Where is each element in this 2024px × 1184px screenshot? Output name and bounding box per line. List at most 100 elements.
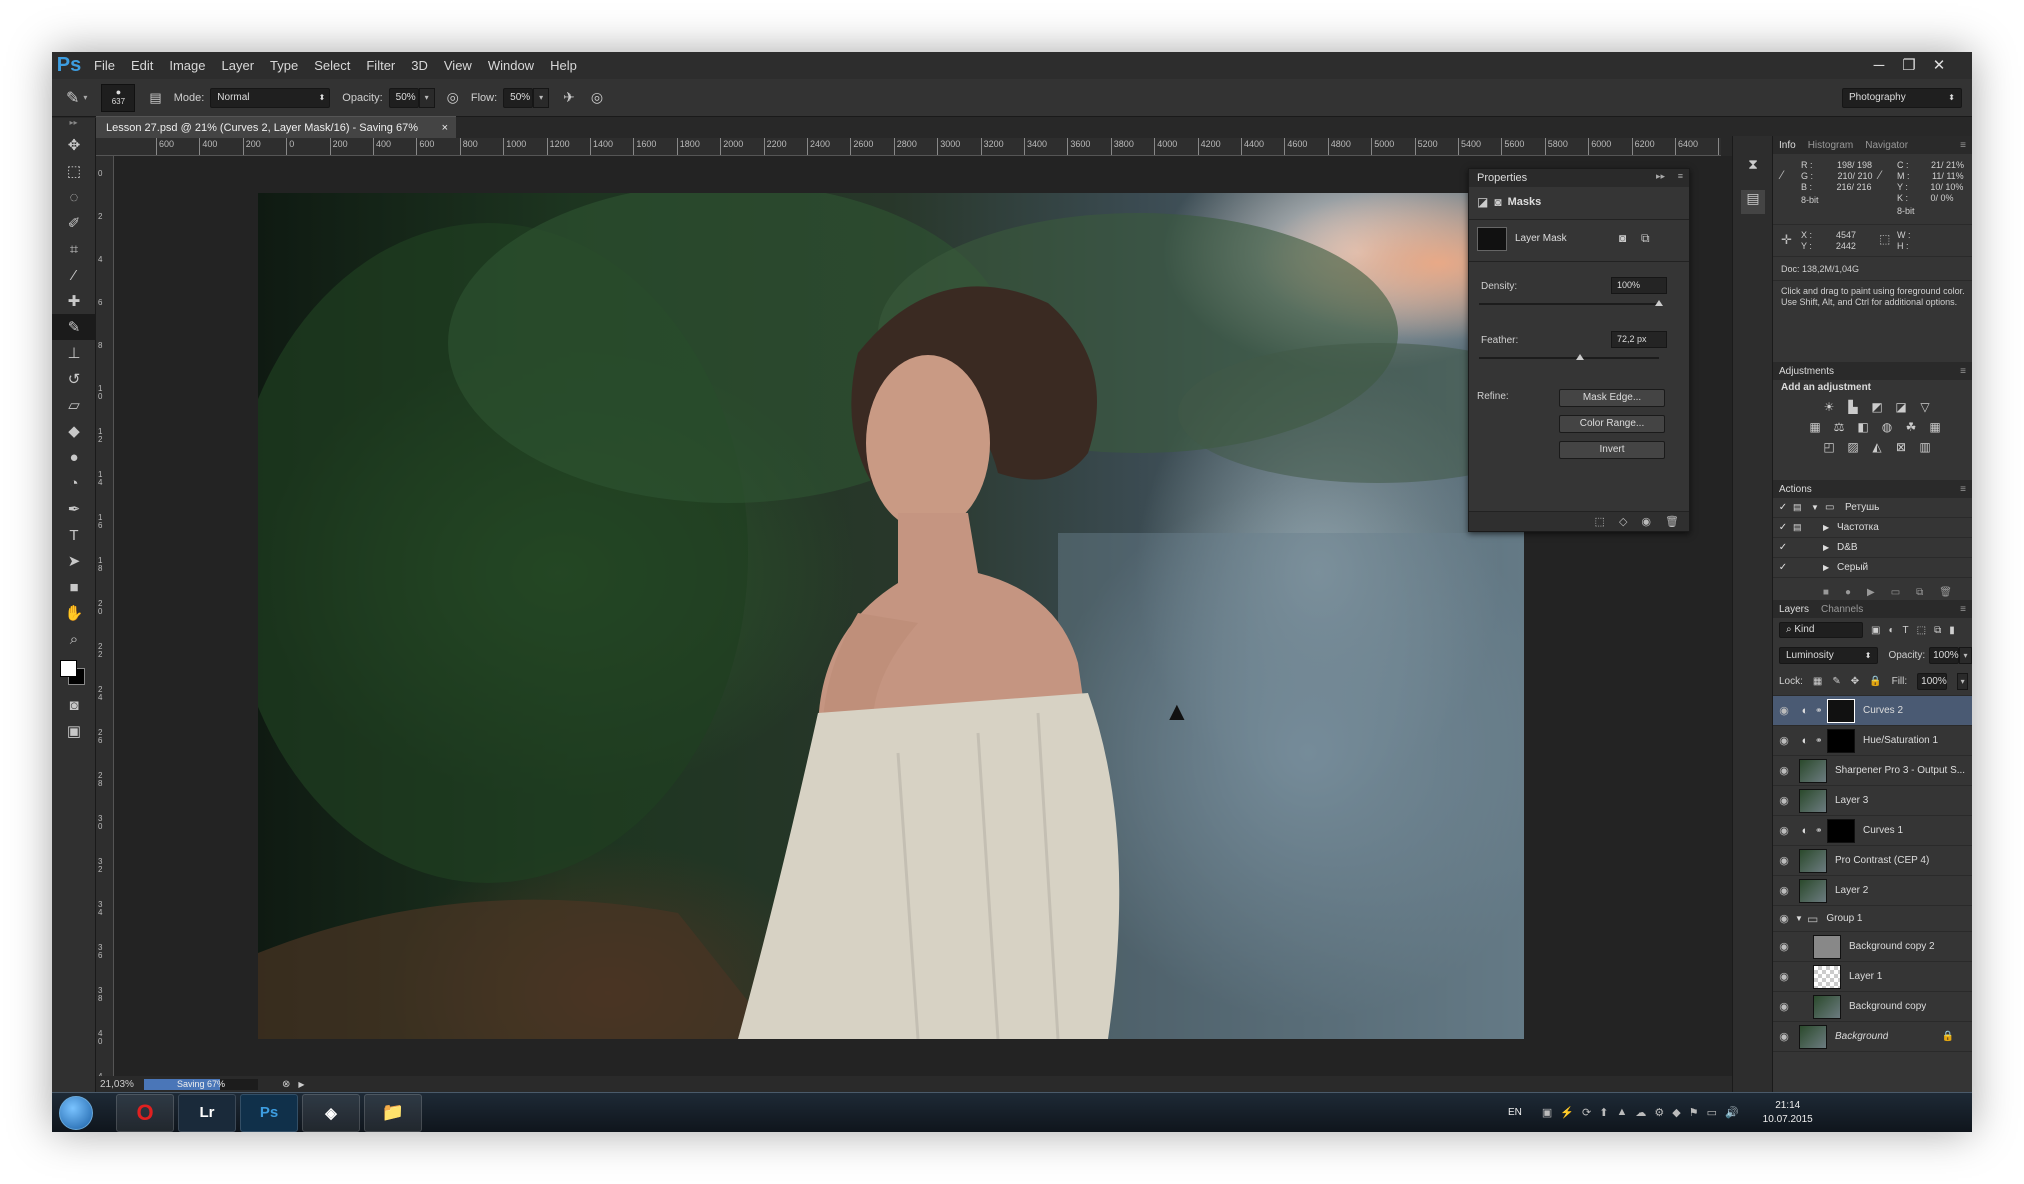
marquee-tool-icon[interactable]: ⬚ xyxy=(52,158,96,184)
chevron-right-icon[interactable]: ▶ xyxy=(1823,563,1837,572)
brush-panel-icon[interactable]: ▤ xyxy=(149,90,161,106)
vector-mask-icon[interactable]: ⧉ xyxy=(1641,231,1650,246)
properties-panel-icon[interactable]: ▤ xyxy=(1741,190,1765,214)
filter-pixel-icon[interactable]: ▣ xyxy=(1871,625,1880,636)
taskbar-aperture[interactable]: ◈ xyxy=(302,1093,360,1132)
chevron-right-icon[interactable]: ▶ xyxy=(1823,543,1837,552)
chevron-down-icon[interactable]: ▼ xyxy=(1795,914,1807,923)
new-set-icon[interactable]: ▭ xyxy=(1891,587,1900,598)
play-icon[interactable]: ▶ xyxy=(1867,587,1875,598)
tray-update-icon[interactable]: ⬆ xyxy=(1599,1106,1608,1119)
start-button[interactable] xyxy=(52,1093,100,1133)
menu-view[interactable]: View xyxy=(436,58,480,73)
filter-smart-icon[interactable]: ⧉ xyxy=(1934,625,1941,636)
cancel-save-icon[interactable]: ⊗ xyxy=(282,1079,290,1090)
clock[interactable]: 21:14 10.07.2015 xyxy=(1763,1099,1813,1127)
visibility-eye-icon[interactable]: ◉ xyxy=(1773,854,1795,867)
delete-mask-icon[interactable]: 🗑 xyxy=(1665,515,1679,528)
layer-row[interactable]: ◉ Layer 3 xyxy=(1773,786,1972,816)
hue-saturation-icon[interactable]: ▦ xyxy=(1806,419,1824,435)
tab-histogram[interactable]: Histogram xyxy=(1802,140,1860,151)
toggle-mask-icon[interactable]: ◉ xyxy=(1641,515,1651,528)
tray-app-icon[interactable]: ▣ xyxy=(1542,1106,1552,1119)
action-row[interactable]: ✓ ▶ D&B xyxy=(1773,538,1972,558)
posterize-icon[interactable]: ▨ xyxy=(1844,439,1862,455)
type-tool-icon[interactable]: T xyxy=(52,522,96,548)
panel-menu-icon[interactable]: ≡ xyxy=(1954,604,1972,615)
layer-opacity-input[interactable]: 100% xyxy=(1929,646,1960,664)
taskbar-photoshop[interactable]: Ps xyxy=(240,1093,298,1132)
black-white-icon[interactable]: ◧ xyxy=(1854,419,1872,435)
close-button[interactable]: ✕ xyxy=(1924,52,1954,79)
check-icon[interactable]: ✓ xyxy=(1773,562,1793,573)
layer-row[interactable]: ◉ ◐ ⚭ Hue/Saturation 1 xyxy=(1773,726,1972,756)
layer-row[interactable]: ◉ Layer 2 xyxy=(1773,876,1972,906)
visibility-eye-icon[interactable]: ◉ xyxy=(1773,912,1795,925)
layer-mask-thumbnail[interactable] xyxy=(1827,818,1855,843)
restore-button[interactable]: ❐ xyxy=(1894,52,1924,79)
layer-row[interactable]: ◉ Layer 1 xyxy=(1773,962,1972,992)
color-lookup-icon[interactable]: ▦ xyxy=(1926,419,1944,435)
density-slider-handle[interactable] xyxy=(1655,300,1663,306)
panel-collapse-icon[interactable]: ▸▸ xyxy=(52,118,95,132)
visibility-eye-icon[interactable]: ◉ xyxy=(1773,764,1795,777)
levels-icon[interactable]: ▙ xyxy=(1844,399,1862,415)
menu-image[interactable]: Image xyxy=(161,58,213,73)
chain-link-icon[interactable]: ⚭ xyxy=(1815,735,1825,746)
opacity-input[interactable]: 50% xyxy=(388,87,419,108)
tab-actions[interactable]: Actions xyxy=(1773,484,1818,495)
taskbar-explorer[interactable]: 📁 xyxy=(364,1093,422,1132)
panel-collapse-icon[interactable]: ▸▸ xyxy=(1656,171,1665,182)
taskbar-opera[interactable]: O xyxy=(116,1093,174,1132)
lock-all-icon[interactable]: 🔒 xyxy=(1869,676,1881,687)
layer-mask-thumbnail[interactable] xyxy=(1827,728,1855,753)
menu-file[interactable]: File xyxy=(86,58,123,73)
tab-adjustments[interactable]: Adjustments xyxy=(1773,366,1840,377)
blend-mode-select[interactable]: Luminosity ⬍ xyxy=(1779,646,1879,664)
document-image[interactable] xyxy=(258,193,1524,1039)
invert-button[interactable]: Invert xyxy=(1559,441,1665,459)
apply-mask-icon[interactable]: ◇ xyxy=(1619,515,1627,528)
mode-select[interactable]: Normal ⬍ xyxy=(210,87,331,108)
brightness-icon[interactable]: ☀ xyxy=(1820,399,1838,415)
panel-menu-icon[interactable]: ≡ xyxy=(1954,366,1972,377)
gradient-map-icon[interactable]: ⊠ xyxy=(1892,439,1910,455)
chevron-right-icon[interactable]: ▶ xyxy=(1823,523,1837,532)
menu-layer[interactable]: Layer xyxy=(214,58,263,73)
tray-drive-icon[interactable]: ▲ xyxy=(1616,1106,1627,1119)
density-slider[interactable] xyxy=(1479,300,1663,306)
threshold-icon[interactable]: ◭ xyxy=(1868,439,1886,455)
action-row[interactable]: ✓ ▶ Серый xyxy=(1773,558,1972,578)
color-swatches[interactable] xyxy=(52,652,95,692)
tray-display-icon[interactable]: ▭ xyxy=(1707,1106,1717,1119)
stop-icon[interactable]: ■ xyxy=(1823,587,1829,598)
mask-mode-icon[interactable]: ◙ xyxy=(1494,195,1501,209)
exposure-icon[interactable]: ◪ xyxy=(1892,399,1910,415)
density-input[interactable]: 100% xyxy=(1611,277,1667,294)
color-range-button[interactable]: Color Range... xyxy=(1559,415,1665,433)
workspace-select[interactable]: Photography ⬍ xyxy=(1842,88,1962,108)
pressure-size-icon[interactable]: ◎ xyxy=(591,89,603,106)
airbrush-icon[interactable]: ✈ xyxy=(563,89,575,106)
tray-shield-icon[interactable]: ◆ xyxy=(1672,1106,1680,1119)
language-indicator[interactable]: EN xyxy=(1508,1107,1522,1118)
pixel-mask-icon[interactable]: ◙ xyxy=(1619,231,1626,245)
layer-thumbnail[interactable] xyxy=(1799,1024,1827,1049)
taskbar-lightroom[interactable]: Lr xyxy=(178,1093,236,1132)
menu-select[interactable]: Select xyxy=(306,58,358,73)
layer-row[interactable]: ◉ ◐ ⚭ Curves 2 xyxy=(1773,696,1972,726)
layer-row[interactable]: ◉ ▼ ▭ Group 1 xyxy=(1773,906,1972,932)
tab-navigator[interactable]: Navigator xyxy=(1859,140,1914,151)
visibility-eye-icon[interactable]: ◉ xyxy=(1773,794,1795,807)
panel-menu-icon[interactable]: ≡ xyxy=(1954,140,1972,151)
chain-link-icon[interactable]: ⚭ xyxy=(1815,705,1825,716)
menu-edit[interactable]: Edit xyxy=(123,58,161,73)
layer-row[interactable]: ◉ Background copy xyxy=(1773,992,1972,1022)
channel-mixer-icon[interactable]: ☘ xyxy=(1902,419,1920,435)
layer-row[interactable]: ◉ ◐ ⚭ Curves 1 xyxy=(1773,816,1972,846)
curves-icon[interactable]: ◩ xyxy=(1868,399,1886,415)
pressure-opacity-icon[interactable]: ◎ xyxy=(447,89,459,106)
visibility-eye-icon[interactable]: ◉ xyxy=(1773,1000,1795,1013)
invert-icon[interactable]: ◰ xyxy=(1820,439,1838,455)
chevron-down-icon[interactable]: ▼ xyxy=(1811,503,1825,512)
